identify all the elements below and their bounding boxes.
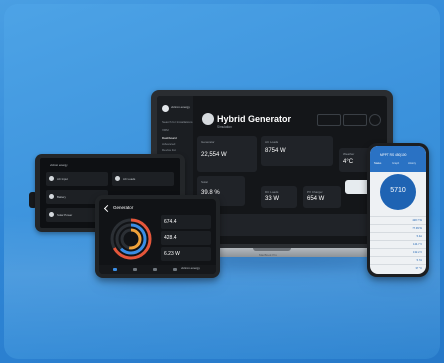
laptop-notch: [253, 248, 291, 251]
sidebar-item-advanced[interactable]: Advanced: [162, 142, 175, 146]
value-card[interactable]: 428.4: [161, 231, 211, 245]
value-card[interactable]: 6.23 W: [161, 247, 211, 261]
row-value: 428.7 W: [412, 219, 422, 222]
battery-icon: [49, 194, 54, 199]
card-ac-loads[interactable]: AC Loads: [112, 172, 174, 186]
victron-logo-icon: [162, 105, 169, 112]
generator-icon: [202, 113, 214, 125]
sidebar-item-search[interactable]: Search for Installations: [162, 120, 193, 124]
nav-list-icon[interactable]: [133, 268, 137, 271]
tile-label: DC Loads: [265, 190, 279, 194]
tab-graph[interactable]: Graph: [392, 162, 399, 165]
nav-settings-icon[interactable]: [173, 268, 177, 271]
tile-value: 654 W: [307, 196, 325, 202]
tablet-device: Generator 674.4 428.4 6.23 W victron ene…: [95, 195, 220, 278]
sidebar-item-dashboard[interactable]: Dashboard: [162, 136, 177, 140]
row-value: 132.2 V: [413, 251, 422, 254]
phone-header: MPPT RS 450|100 Status Graph History: [370, 146, 426, 172]
row-value: 5.4A: [416, 235, 422, 238]
page-title: Hybrid Generator: [217, 114, 292, 124]
generator-ring-gauge: [110, 218, 152, 260]
sidebar-brand: victron energy: [171, 105, 190, 109]
phone-screen: MPPT RS 450|100 Status Graph History 571…: [370, 146, 426, 274]
row-value: 37 °C: [415, 267, 422, 270]
sidebar-item-vrm[interactable]: VRM: [162, 128, 169, 132]
tile-value: 22,554 W: [201, 152, 227, 158]
tablet-brand: victron energy: [181, 266, 200, 270]
value-text: 6.23 W: [164, 251, 180, 257]
tile-label: PV Charger: [307, 190, 323, 194]
phone-device: MPPT RS 450|100 Status Graph History 571…: [367, 143, 429, 277]
header-stat-box: [343, 114, 367, 126]
tab-status[interactable]: Status: [374, 162, 381, 165]
close-icon[interactable]: [369, 114, 381, 126]
row-value: 144.7 V: [413, 243, 422, 246]
phone-title: MPPT RS 450|100: [380, 153, 407, 157]
ac-input-icon: [49, 176, 54, 181]
solar-icon: [49, 212, 54, 217]
tile-value: 8754 W: [265, 148, 286, 154]
card-label: Solar Power: [57, 213, 73, 217]
phone-tabs: Status Graph History: [374, 162, 422, 168]
tablet-screen: Generator 674.4 428.4 6.23 W victron ene…: [99, 199, 216, 274]
tile-label: Generator: [201, 140, 215, 144]
ac-loads-icon: [115, 176, 120, 181]
card-label: Battery: [57, 195, 66, 199]
chartplotter-brand: victron energy: [50, 163, 68, 167]
tile-label: Weather: [343, 152, 355, 156]
row-value: 5.7A: [416, 259, 422, 262]
list-item: 37 °C: [370, 264, 426, 273]
card-label: AC Input: [57, 177, 68, 181]
laptop-brand: MacBook Pro: [259, 253, 278, 257]
row-value: 77.99 W: [412, 227, 422, 230]
showcase-card: victron energy Search for Installations …: [4, 4, 440, 359]
sidebar-item-device-list[interactable]: Device list: [162, 148, 176, 152]
value-text: 428.4: [164, 235, 177, 241]
header-stat-box: [317, 114, 341, 126]
details-panel: [197, 214, 383, 236]
page-subtitle: Simulation: [217, 125, 232, 129]
tile-value: 4°C: [343, 159, 354, 165]
nav-chart-icon[interactable]: [153, 268, 157, 271]
status-dot-icon: [412, 148, 416, 152]
gauge-value: 5710: [390, 187, 406, 194]
back-icon[interactable]: [103, 204, 112, 213]
tile-label: AC Loads: [265, 140, 279, 144]
nav-home-icon[interactable]: [113, 268, 117, 271]
tablet-title: Generator: [113, 205, 134, 210]
card-label: AC Loads: [123, 177, 136, 181]
value-text: 674.4: [164, 219, 177, 225]
phone-gauge: 5710: [380, 174, 416, 210]
tile-ac-loads[interactable]: AC Loads 8754 W: [261, 136, 333, 166]
card-ac-input[interactable]: AC Input: [46, 172, 108, 186]
tile-pv-charger[interactable]: PV Charger 654 W: [303, 186, 341, 208]
tile-value: 33 W: [265, 196, 280, 202]
tab-history[interactable]: History: [408, 162, 416, 165]
tile-generator[interactable]: Generator 22,554 W: [197, 136, 257, 172]
tile-dc-loads[interactable]: DC Loads 33 W: [261, 186, 297, 208]
value-card[interactable]: 674.4: [161, 215, 211, 229]
product-showcase: victron energy Search for Installations …: [0, 0, 444, 363]
tile-label: Solar: [201, 180, 209, 184]
